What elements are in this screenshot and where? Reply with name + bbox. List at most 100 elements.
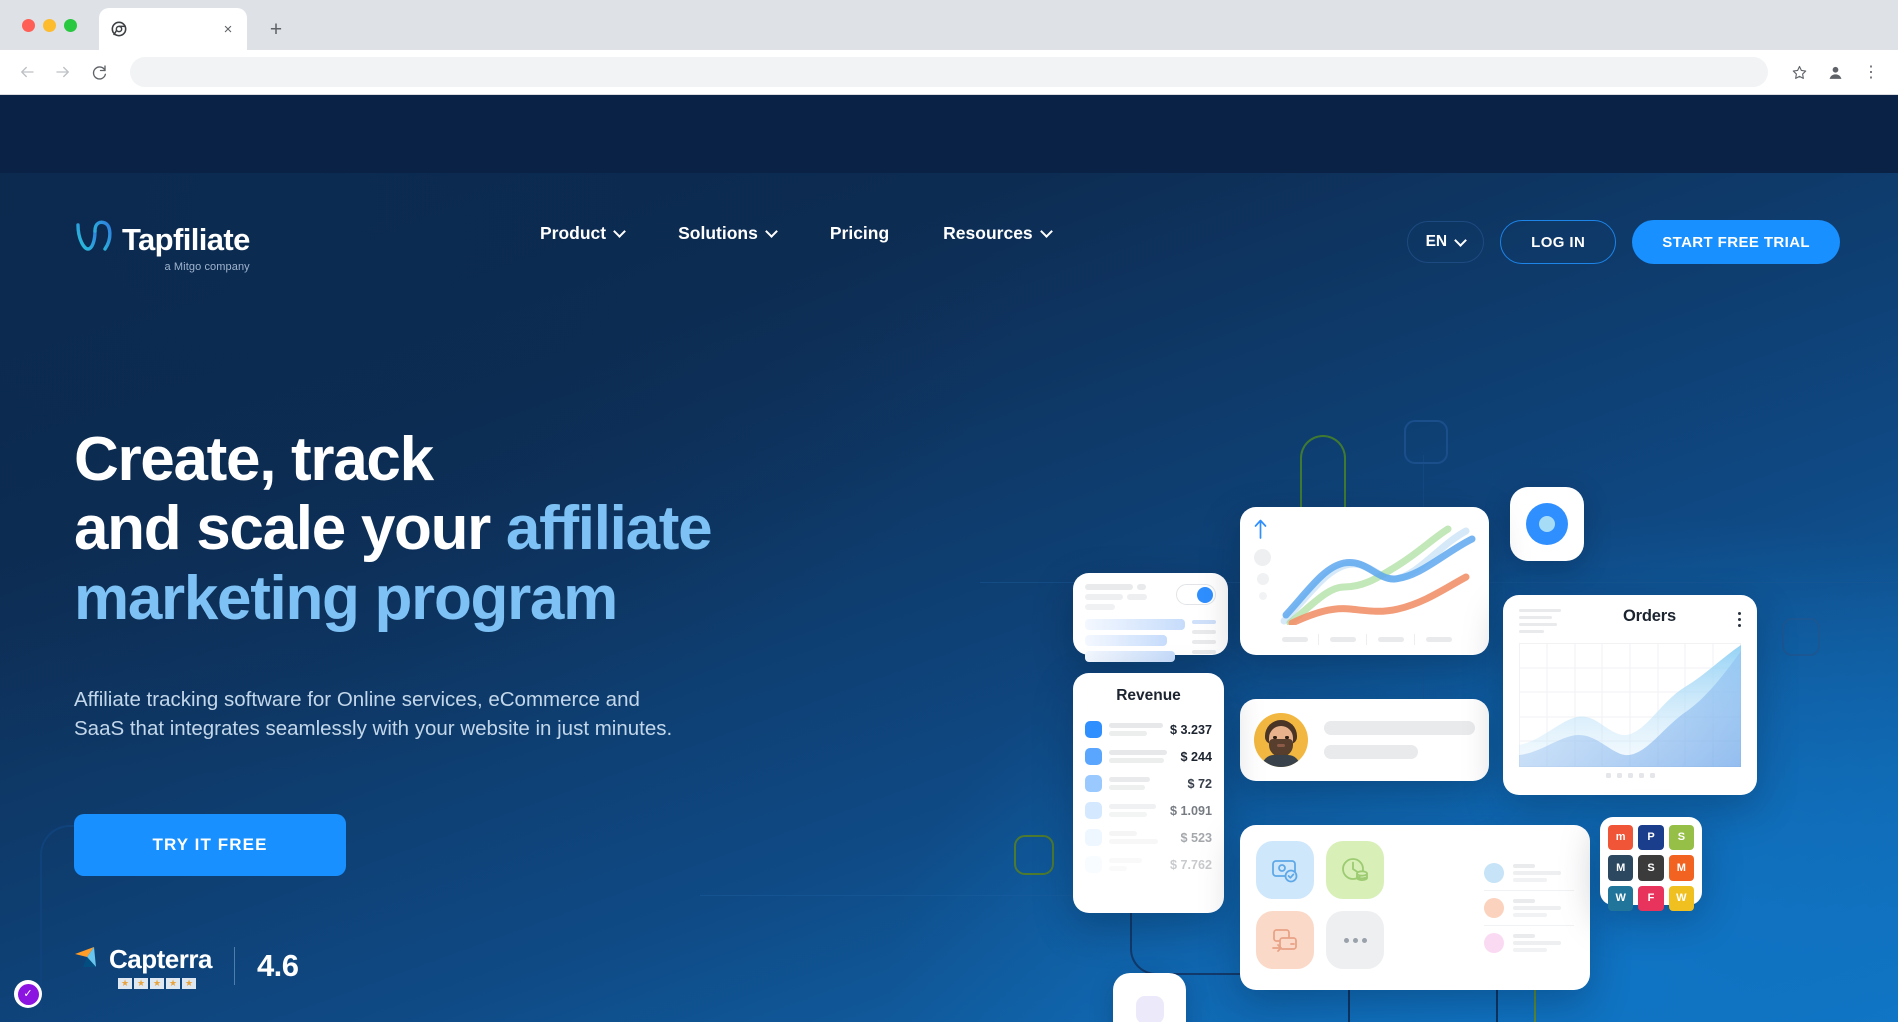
bookmark-star-icon[interactable]	[1784, 57, 1814, 87]
wix-icon: W	[1668, 885, 1695, 912]
main-navigation: Product Solutions Pricing Resources	[540, 223, 1051, 244]
language-selector[interactable]: EN	[1406, 221, 1485, 263]
circle-badge-icon	[1526, 503, 1568, 545]
squarespace-icon: S	[1638, 855, 1664, 881]
flame-icon: F	[1638, 885, 1664, 912]
logo-tagline: a Mitgo company	[164, 261, 250, 273]
rating-badge[interactable]: Capterra ★ ★ ★ ★ ★ 4.6	[74, 944, 954, 989]
decorative-square-outline	[1782, 618, 1820, 656]
carousel-dots[interactable]	[1519, 773, 1741, 778]
webpage-content: Tapfiliate a Mitgo company Product Solut…	[0, 95, 1898, 1022]
logo-wordmark: Tapfiliate	[122, 221, 250, 257]
revenue-value: $ 7.762	[1169, 857, 1212, 872]
transfer-icon[interactable]	[1256, 911, 1314, 969]
page-title: Create, track and scale your affiliate m…	[74, 425, 954, 633]
skeleton-text-group	[1324, 721, 1475, 759]
capterra-mark-icon	[74, 945, 104, 974]
nav-item-resources[interactable]: Resources	[943, 223, 1051, 244]
subtitle-line-1: Affiliate tracking software for Online s…	[74, 688, 640, 712]
maximize-window-button[interactable]	[64, 18, 77, 32]
avatar	[1254, 713, 1308, 767]
chevron-down-icon	[767, 227, 776, 236]
star-icon: ★	[134, 977, 148, 989]
nav-label: Resources	[943, 223, 1033, 243]
hero-section: Create, track and scale your affiliate m…	[74, 425, 954, 989]
heading-line-1: Create, track	[74, 425, 434, 494]
affiliate-profile-card	[1240, 699, 1489, 781]
forward-icon[interactable]	[48, 57, 78, 87]
browser-toolbar: ⋮	[0, 50, 1898, 95]
payment-verified-icon[interactable]	[1256, 841, 1314, 899]
header-actions: EN LOG IN START FREE TRIAL	[1406, 220, 1840, 264]
close-window-button[interactable]	[22, 18, 35, 32]
new-tab-button[interactable]: +	[261, 14, 291, 44]
nav-label: Product	[540, 223, 607, 243]
mailchimp-icon: M	[1608, 855, 1634, 881]
table-row: $ 244	[1085, 743, 1212, 770]
site-header	[0, 95, 1898, 173]
site-logo[interactable]: Tapfiliate a Mitgo company	[74, 219, 250, 273]
more-icon[interactable]	[1326, 911, 1384, 969]
star-rating: ★ ★ ★ ★ ★	[118, 977, 212, 989]
list-item	[1484, 926, 1574, 960]
shopify-icon: S	[1668, 825, 1695, 851]
table-row: $ 72	[1085, 770, 1212, 797]
placeholder-card	[1113, 973, 1186, 1022]
decorative-square-outline	[1014, 835, 1054, 875]
language-value: EN	[1425, 233, 1448, 250]
address-bar-input[interactable]	[130, 57, 1768, 87]
paypal-icon: P	[1638, 825, 1664, 851]
reload-icon[interactable]	[84, 57, 114, 87]
revenue-card-title: Revenue	[1116, 687, 1181, 704]
feature-toggle[interactable]	[1176, 584, 1216, 605]
time-money-icon[interactable]	[1326, 841, 1384, 899]
magento-icon: M	[1668, 855, 1695, 881]
nav-item-pricing[interactable]: Pricing	[830, 223, 889, 244]
list-item	[1484, 891, 1574, 926]
nav-label: Solutions	[678, 223, 758, 243]
browser-tab[interactable]: ×	[99, 8, 247, 50]
login-button[interactable]: LOG IN	[1500, 220, 1617, 264]
multi-line-chart	[1280, 525, 1476, 625]
decorative-square-outline	[1404, 420, 1448, 464]
tapfiliate-mark-icon	[74, 219, 116, 260]
chart-x-axis-skeleton	[1282, 634, 1452, 645]
feature-tiles	[1256, 841, 1384, 974]
try-it-free-button[interactable]: TRY IT FREE	[74, 813, 346, 876]
revenue-card: Revenue $ 3.237 $ 244 $ 72 $ 1.091 $ 523…	[1073, 673, 1224, 913]
chevron-down-icon	[615, 227, 624, 236]
wordpress-icon: W	[1608, 885, 1634, 912]
minimize-window-button[interactable]	[43, 18, 56, 32]
revenue-value: $ 244	[1180, 749, 1212, 764]
divider	[233, 947, 235, 986]
integrations-card: m P S M S M W F W	[1600, 817, 1702, 912]
heading-line-2-plain: and scale your	[74, 494, 506, 564]
hero-subtitle: Affiliate tracking software for Online s…	[74, 685, 914, 743]
close-icon[interactable]: ×	[219, 20, 237, 38]
revenue-value: $ 1.091	[1169, 803, 1212, 818]
star-icon: ★	[182, 977, 196, 989]
star-icon: ★	[166, 977, 180, 989]
profile-avatar[interactable]	[1820, 57, 1850, 87]
tab-strip: × +	[0, 0, 1898, 50]
more-vertical-icon[interactable]	[1737, 609, 1741, 627]
toggle-settings-card	[1073, 573, 1228, 662]
browser-menu-icon[interactable]: ⋮	[1856, 57, 1886, 87]
heading-line-2-accent: affiliate	[505, 494, 713, 564]
revenue-value: $ 3.237	[1169, 722, 1212, 737]
trend-chart-card	[1240, 507, 1489, 655]
revenue-value: $ 72	[1187, 776, 1212, 791]
orders-card-title: Orders	[1623, 607, 1676, 625]
cookie-consent-button[interactable]: ✓	[14, 980, 42, 1008]
start-free-trial-button[interactable]: START FREE TRIAL	[1632, 220, 1840, 264]
back-icon[interactable]	[12, 57, 42, 87]
skeleton-dots	[1254, 549, 1271, 600]
chevron-down-icon	[1042, 227, 1051, 236]
toggle-knob	[1197, 586, 1213, 603]
nav-item-product[interactable]: Product	[540, 223, 624, 244]
chevron-down-icon	[1456, 236, 1465, 245]
orders-card: Orders	[1503, 595, 1757, 795]
nav-item-solutions[interactable]: Solutions	[678, 223, 776, 244]
star-icon: ★	[118, 977, 132, 989]
table-row: $ 523	[1085, 824, 1212, 851]
